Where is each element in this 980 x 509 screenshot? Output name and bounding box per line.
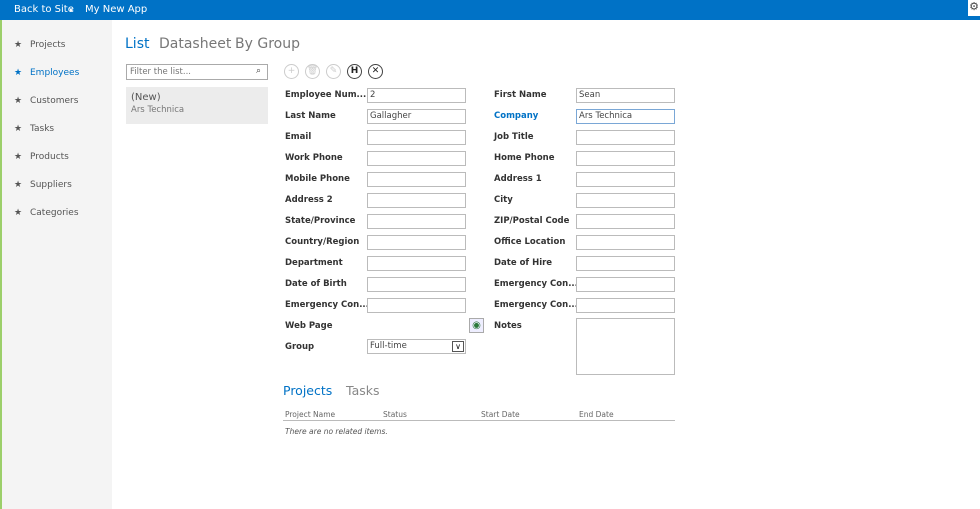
field-input[interactable] [576,256,675,271]
app-title-link[interactable]: My New App [85,4,147,15]
field-label: City [494,195,513,205]
list-item[interactable]: (New) Ars Technica [126,87,268,124]
chevron-down-icon: ∨ [452,341,464,352]
edit-icon[interactable]: ✎ [326,64,341,79]
field-label: Emergency Con... [494,300,578,310]
field-input[interactable]: Gallagher [367,109,466,124]
field-label: Notes [494,321,522,331]
tab-list[interactable]: List [125,36,149,52]
filter-input[interactable] [126,64,268,80]
sidebar-item-suppliers[interactable]: ★ Suppliers [14,180,72,190]
field-label: Emergency Con... [285,300,369,310]
star-icon: ★ [14,180,23,190]
field-input[interactable] [576,151,675,166]
field-label: Employee Num... [285,90,367,100]
field-label: First Name [494,90,547,100]
back-to-site-link[interactable]: Back to Site [14,4,74,15]
field-value: Ars Technica [579,111,633,121]
field-label: ZIP/Postal Code [494,216,570,226]
tab-related-projects[interactable]: Projects [283,383,332,398]
field-label: Office Location [494,237,566,247]
field-label: Company [494,111,539,121]
field-input[interactable] [367,298,466,313]
star-icon: ★ [14,40,23,50]
sidebar: ★ Projects ★ Employees ★ Customers ★ Tasks ★… [0,20,112,509]
field-input[interactable] [367,130,466,145]
field-value: Sean [579,90,601,100]
breadcrumb-separator-icon: ▸ [70,6,74,14]
field-input[interactable] [576,172,675,187]
add-icon[interactable]: + [284,64,299,79]
field-input[interactable] [576,277,675,292]
star-icon: ★ [14,124,23,134]
field-label: Web Page [285,321,333,331]
sidebar-item-projects[interactable]: ★ Projects [14,40,65,50]
list-item-subtitle: Ars Technica [131,105,185,115]
field-input[interactable] [576,298,675,313]
field-label: State/Province [285,216,356,226]
delete-icon[interactable]: 🗑 [305,64,320,79]
field-label: Group [285,342,315,352]
field-input[interactable] [576,214,675,229]
field-value: Gallagher [370,111,412,121]
divider [283,420,675,421]
field-label: Country/Region [285,237,360,247]
field-label: Date of Birth [285,279,347,289]
field-label: Work Phone [285,153,343,163]
field-label: Emergency Con... [494,279,578,289]
top-bar: Back to Site ▸ My New App ⚙ [0,0,980,20]
cancel-icon[interactable]: ✕ [368,64,383,79]
column-header[interactable]: Project Name [285,410,335,419]
column-header[interactable]: Start Date [481,410,520,419]
tab-by-group[interactable]: By Group [235,36,300,52]
field-label: Job Title [494,132,534,142]
field-label: Address 1 [494,174,542,184]
star-icon: ★ [14,68,23,78]
sidebar-item-customers[interactable]: ★ Customers [14,96,78,106]
field-label: Date of Hire [494,258,553,268]
field-input[interactable] [576,235,675,250]
field-input[interactable] [367,172,466,187]
star-icon: ★ [14,152,23,162]
sidebar-item-products[interactable]: ★ Products [14,152,69,162]
field-label: Department [285,258,343,268]
field-input[interactable] [367,151,466,166]
tab-related-tasks[interactable]: Tasks [346,383,380,398]
sidebar-item-categories[interactable]: ★ Categories [14,208,79,218]
field-input[interactable]: Sean [576,88,675,103]
star-icon: ★ [14,208,23,218]
empty-message: There are no related items. [285,427,388,436]
field-input[interactable] [576,130,675,145]
save-icon[interactable]: H [347,64,362,79]
field-label: Email [285,132,312,142]
field-value: 2 [370,90,376,100]
field-label: Address 2 [285,195,333,205]
gear-icon[interactable]: ⚙ [968,0,980,16]
star-icon: ★ [14,96,23,106]
field-input[interactable]: Ars Technica [576,109,675,124]
field-label: Mobile Phone [285,174,350,184]
field-input[interactable] [367,256,466,271]
group-select[interactable]: Full-time ∨ [367,339,466,354]
field-input[interactable] [576,193,675,208]
tab-datasheet[interactable]: Datasheet [159,36,231,52]
column-header[interactable]: End Date [579,410,614,419]
field-input[interactable] [367,214,466,229]
list-item-title: (New) [131,92,161,103]
sidebar-item-tasks[interactable]: ★ Tasks [14,124,54,134]
field-label: Home Phone [494,153,555,163]
field-input[interactable] [367,235,466,250]
notes-textarea[interactable] [576,318,675,375]
field-input[interactable] [367,193,466,208]
field-label: Last Name [285,111,336,121]
search-icon[interactable]: ⌕ [256,66,261,76]
field-input[interactable] [367,277,466,292]
column-header[interactable]: Status [383,410,407,419]
sidebar-item-employees[interactable]: ★ Employees [14,68,79,78]
web-page-link-icon[interactable]: ◉ [469,318,484,333]
field-input[interactable]: 2 [367,88,466,103]
